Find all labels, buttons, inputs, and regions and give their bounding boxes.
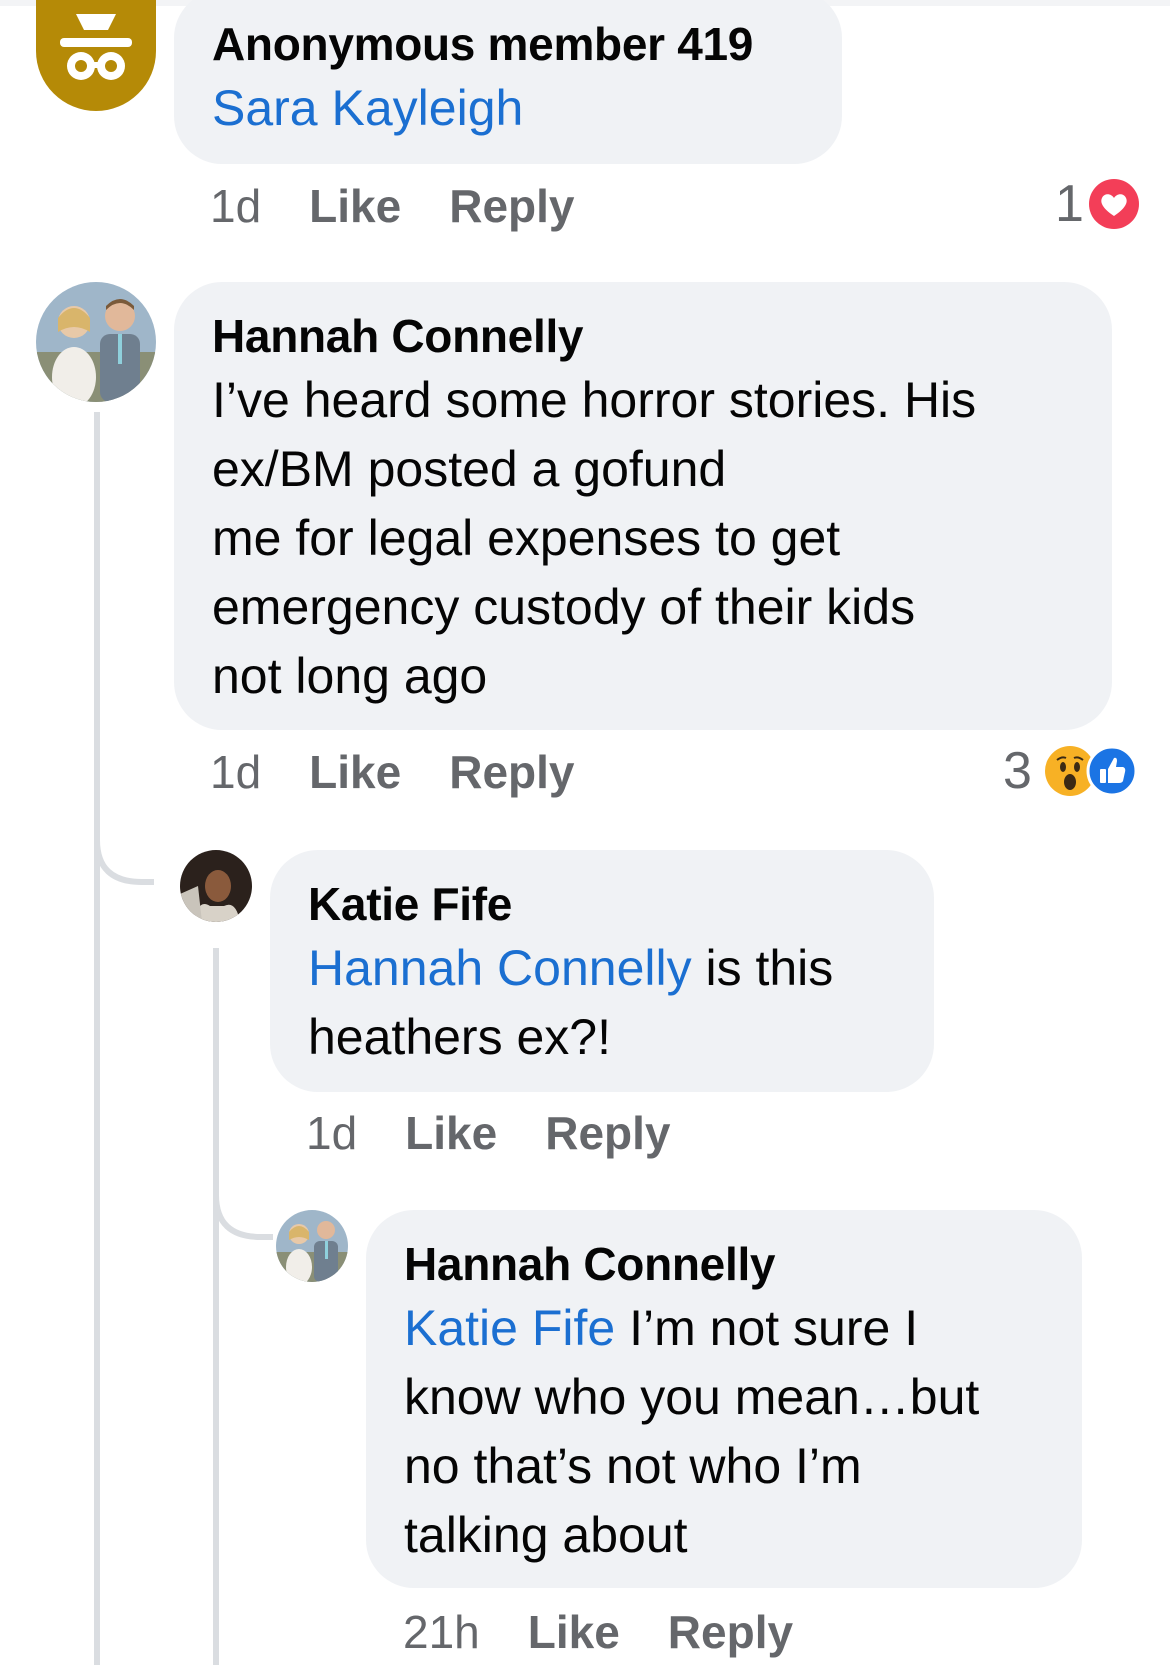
like-button[interactable]: Like [528, 1606, 620, 1658]
comment-line: know who you mean…but [404, 1369, 980, 1425]
mention-link[interactable]: Katie Fife [404, 1300, 615, 1356]
hannah-connelly-avatar[interactable] [276, 1210, 348, 1282]
mention-link[interactable]: Sara Kayleigh [212, 80, 523, 136]
comment-actions: 1d Like Reply [210, 176, 574, 236]
comment-line: heathers ex?! [308, 1009, 611, 1065]
like-button[interactable]: Like [309, 180, 401, 232]
thread-line-nested [213, 948, 219, 1665]
comment-bubble: Hannah Connelly Katie Fife I’m not sure … [366, 1210, 1082, 1588]
comment-line: not long ago [212, 648, 488, 704]
reaction-count: 1 [1055, 175, 1084, 233]
thread-branch-2 [213, 1175, 273, 1240]
reaction-summary[interactable]: 3 [1003, 741, 1138, 801]
comment-author[interactable]: Katie Fife [308, 874, 898, 934]
anonymous-incognito-icon [60, 14, 132, 80]
hannah-connelly-avatar[interactable] [36, 282, 156, 402]
comment-line: talking about [404, 1507, 688, 1563]
comment-author[interactable]: Hannah Connelly [212, 306, 1076, 366]
katie-fife-avatar[interactable] [180, 850, 252, 922]
comment-line: me for legal expenses to get [212, 510, 841, 566]
like-icon [1086, 745, 1138, 797]
comment-text: I’ve heard some horror stories. His ex/B… [212, 366, 1076, 711]
comment-timestamp[interactable]: 21h [403, 1606, 480, 1658]
reply-button[interactable]: Reply [545, 1107, 670, 1159]
comment-timestamp[interactable]: 1d [306, 1107, 357, 1159]
comment-actions: 1d Like Reply [306, 1103, 670, 1163]
comment-timestamp[interactable]: 1d [210, 180, 261, 232]
reaction-count: 3 [1003, 742, 1032, 800]
comment-bubble: Anonymous member 419 Sara Kayleigh [174, 0, 842, 164]
thread-branch-1 [94, 800, 154, 885]
reply-button[interactable]: Reply [668, 1606, 793, 1658]
mention-link[interactable]: Hannah Connelly [308, 940, 692, 996]
comment-bubble: Katie Fife Hannah Connelly is this heath… [270, 850, 934, 1092]
heart-icon [1088, 179, 1139, 229]
comment-line: ex/BM posted a gofund [212, 441, 727, 497]
like-button[interactable]: Like [309, 746, 401, 798]
comment-line: emergency custody of their kids [212, 579, 916, 635]
comment-text: Hannah Connelly is this heathers ex?! [308, 934, 898, 1072]
anonymous-avatar[interactable] [36, 0, 156, 111]
comment-actions: 21h Like Reply [403, 1602, 793, 1662]
comment-actions: 1d Like Reply [210, 742, 574, 802]
reaction-summary[interactable]: 1 [1055, 174, 1140, 234]
comment-timestamp[interactable]: 1d [210, 746, 261, 798]
comment-bubble: Hannah Connelly I’ve heard some horror s… [174, 282, 1112, 730]
like-button[interactable]: Like [405, 1107, 497, 1159]
comment-author[interactable]: Anonymous member 419 [212, 14, 806, 74]
thread-line-main [94, 412, 100, 1665]
comment-line: no that’s not who I’m [404, 1438, 862, 1494]
comment-line: I’m not sure I [615, 1300, 919, 1356]
comment-line: is this [691, 940, 834, 996]
comment-author[interactable]: Hannah Connelly [404, 1234, 1046, 1294]
comment-text: Katie Fife I’m not sure I know who you m… [404, 1294, 1046, 1570]
reply-button[interactable]: Reply [449, 746, 574, 798]
comment-line: I’ve heard some horror stories. His [212, 372, 977, 428]
reply-button[interactable]: Reply [449, 180, 574, 232]
